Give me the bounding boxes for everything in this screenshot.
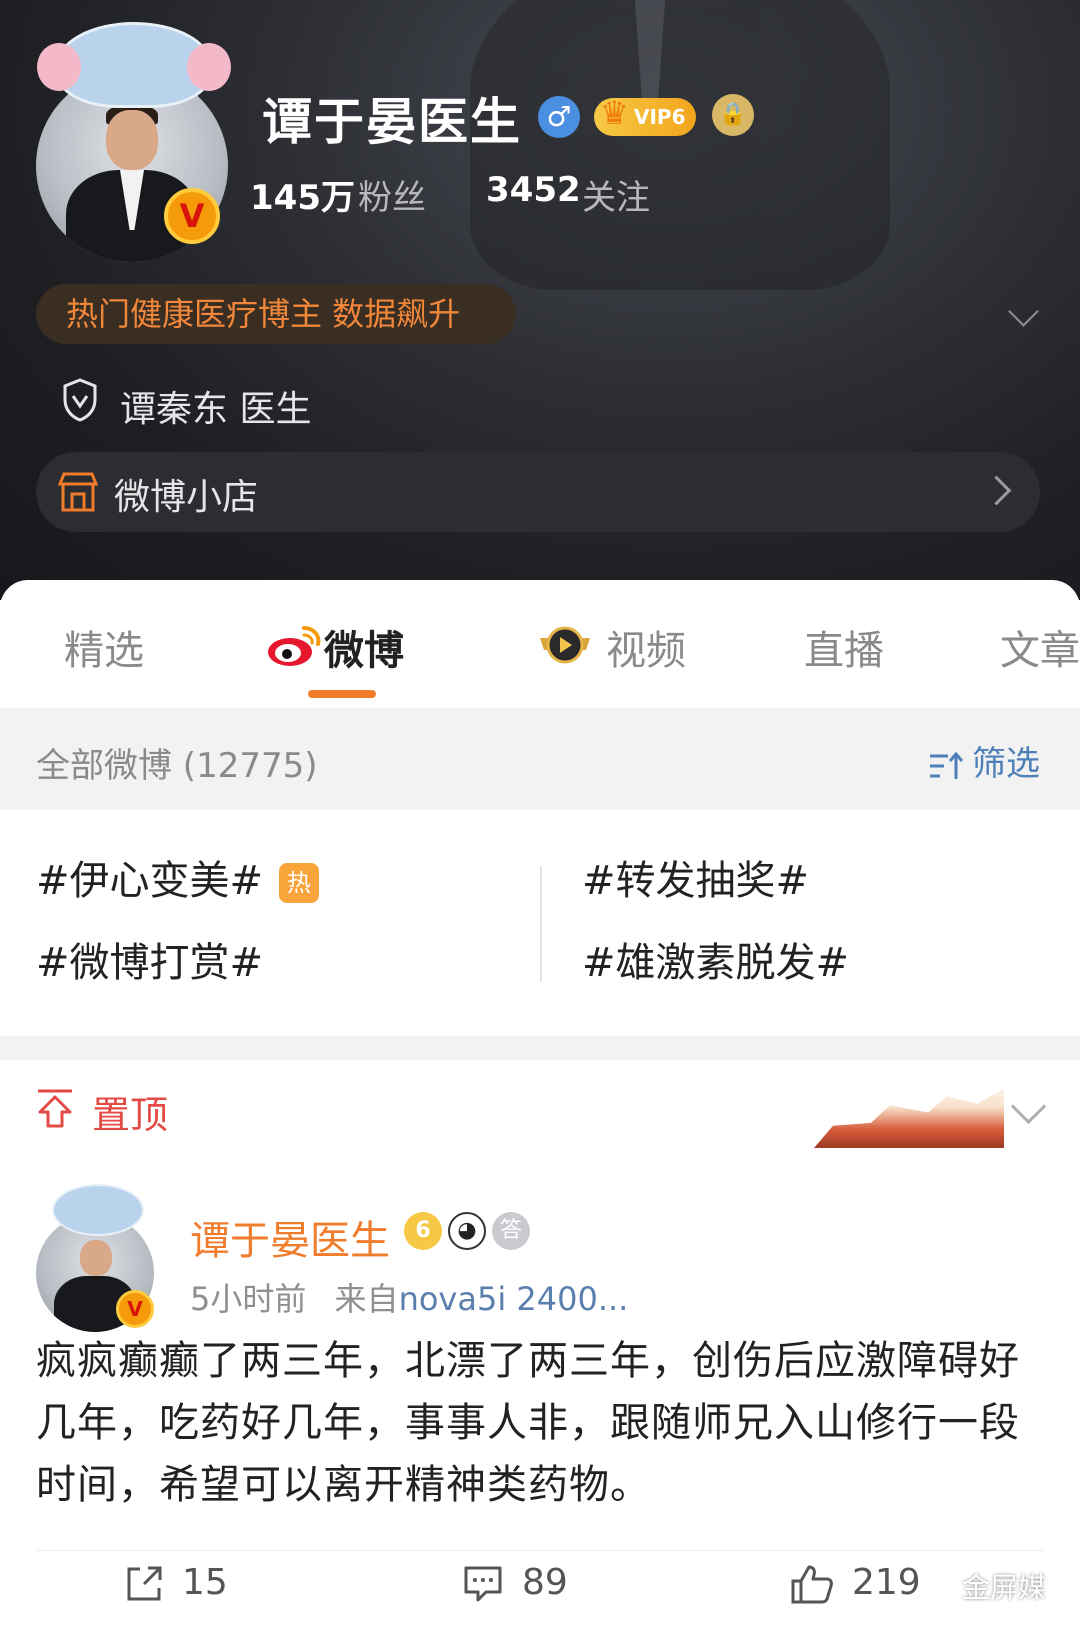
comment-icon <box>464 1566 502 1602</box>
comment-count: 89 <box>522 1562 568 1603</box>
expand-chevron-icon[interactable] <box>1008 296 1039 327</box>
weibo-post: V 谭于晏医生 6 ◕ 答 5小时前 来自nova5i 2400... 疯疯癫癫了两… <box>0 1158 1080 1631</box>
pin-top-icon <box>38 1089 72 1128</box>
repost-count: 15 <box>182 1562 228 1603</box>
profile-header: V 谭于晏医生 ♂ VIP6 🔒 145万 粉丝 3452 关注 热门健康医疗博… <box>0 0 1080 600</box>
all-weibo-count: 全部微博 (12775) <box>36 746 318 786</box>
hashtag-item[interactable]: #微博打赏# <box>36 930 263 988</box>
post-author-name[interactable]: 谭于晏医生 <box>190 1208 390 1266</box>
tab-video[interactable]: 视频 <box>606 618 686 676</box>
vip-badge[interactable]: VIP6 <box>594 94 696 136</box>
verification-text: 谭秦东 医生 <box>120 389 312 430</box>
weibo-logo-icon <box>268 626 321 666</box>
hot-blogger-tag[interactable]: 热门健康医疗博主 数据飙升 <box>36 284 516 344</box>
vip-crown-icon[interactable]: 6 <box>404 1212 442 1250</box>
section-gap <box>0 1036 1080 1060</box>
author-badges: 6 ◕ 答 <box>404 1212 536 1252</box>
post-meta: 5小时前 来自nova5i 2400... <box>190 1274 628 1320</box>
chevron-down-icon[interactable] <box>1010 1088 1047 1125</box>
share-icon <box>127 1566 162 1601</box>
post-from-label: 来自 <box>334 1280 399 1318</box>
post-avatar[interactable]: V <box>36 1184 154 1332</box>
thumbs-up-icon <box>791 1565 833 1604</box>
comment-button[interactable]: 89 <box>462 1562 568 1612</box>
filter-bar: 全部微博 (12775) 筛选 <box>0 708 1080 810</box>
pinned-header[interactable]: 置顶 <box>0 1060 1080 1159</box>
post-body-text[interactable]: 疯疯癫癫了两三年，北漂了两三年，创伤后应激障碍好几年，吃药好几年，事事人非，跟随… <box>36 1330 1036 1516</box>
weibo-shop-button[interactable]: 微博小店 <box>36 452 1040 532</box>
tab-articles[interactable]: 文章 <box>1000 618 1080 676</box>
hashtag-grid: #伊心变美# 热 #转发抽奖# #微博打赏# #雄激素脱发# <box>0 810 1080 1036</box>
filter-icon <box>930 751 964 779</box>
shop-label: 微博小店 <box>114 477 259 518</box>
hot-badge: 热 <box>279 863 320 903</box>
chevron-right-icon <box>981 475 1012 506</box>
hashtag-item[interactable]: #伊心变美# 热 <box>36 848 320 906</box>
active-tab-indicator <box>308 690 376 698</box>
hashtag-item[interactable]: #转发抽奖# <box>582 848 809 906</box>
fan-club-lock-icon[interactable]: 🔒 <box>712 94 754 136</box>
fans-label[interactable]: 粉丝 <box>358 170 426 219</box>
follow-label[interactable]: 关注 <box>582 170 650 219</box>
tab-live[interactable]: 直播 <box>804 618 884 676</box>
medal-icon[interactable]: 答 <box>492 1212 530 1250</box>
profile-avatar[interactable]: V <box>36 22 231 262</box>
elephant-pendant-icon <box>52 1184 144 1236</box>
male-gender-icon: ♂ <box>538 96 580 138</box>
verified-v-badge: V <box>116 1290 154 1328</box>
filter-button[interactable]: 筛选 <box>928 736 1040 785</box>
pinned-label: 置顶 <box>92 1093 169 1137</box>
fans-count[interactable]: 145万 <box>250 170 355 219</box>
cover-photo <box>470 0 890 290</box>
hashtag-item[interactable]: #雄激素脱发# <box>582 930 849 988</box>
filter-label: 筛选 <box>972 744 1040 784</box>
verified-v-badge: V <box>164 188 220 244</box>
wechat-icon <box>929 1578 957 1599</box>
watermark: 金屏媒 <box>928 1566 1046 1606</box>
repost-button[interactable]: 15 <box>124 1562 228 1612</box>
like-count: 219 <box>852 1562 921 1603</box>
follow-count[interactable]: 3452 <box>486 170 581 210</box>
shield-icon <box>63 378 97 422</box>
profile-name: 谭于晏医生 <box>262 93 522 151</box>
elephant-pendant-icon <box>37 22 231 108</box>
tab-featured[interactable]: 精选 <box>64 618 144 676</box>
post-source[interactable]: nova5i 2400... <box>399 1280 629 1318</box>
column-divider <box>540 866 542 982</box>
tab-weibo[interactable]: 微博 <box>324 618 404 676</box>
like-button[interactable]: 219 <box>790 1562 921 1612</box>
post-time: 5小时前 <box>190 1280 307 1318</box>
great-wall-decoration <box>814 1088 1004 1148</box>
shop-icon <box>57 472 99 512</box>
divider <box>36 1550 1044 1551</box>
video-tab-icon <box>540 626 590 664</box>
panda-icon[interactable]: ◕ <box>448 1212 486 1250</box>
